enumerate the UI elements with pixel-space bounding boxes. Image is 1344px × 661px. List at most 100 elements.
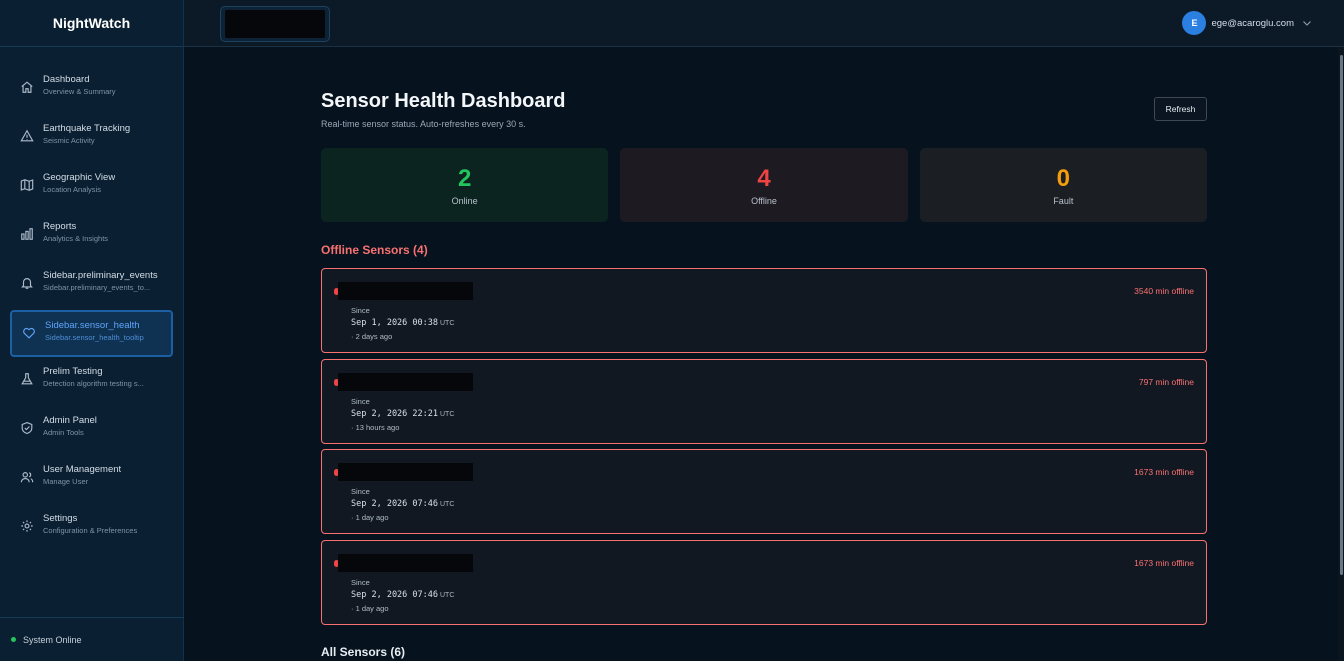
offline-duration: 1673 min offline — [1134, 557, 1194, 568]
stat-value: 2 — [457, 164, 472, 192]
sidebar-item-title: User Management — [43, 464, 122, 475]
map-icon — [20, 178, 34, 192]
sidebar-item-title: Sidebar.preliminary_events — [43, 270, 158, 281]
scrollbar-thumb[interactable] — [1340, 55, 1343, 575]
sidebar-item-sensor-health[interactable]: Sidebar.sensor_health Sidebar.sensor_hea… — [10, 310, 173, 357]
system-status: System Online — [0, 617, 184, 661]
chevron-down-icon[interactable] — [1302, 18, 1312, 28]
sidebar-item-title: Sidebar.sensor_health — [45, 320, 140, 331]
stat-card-fault: 0 Fault — [919, 148, 1207, 222]
since-label: Since — [351, 487, 370, 496]
sidebar-item-subtitle: Configuration & Preferences — [43, 526, 138, 535]
offline-sensor-card[interactable]: Since Sep 2, 2026 07:46 UTC · 1 day ago 1… — [321, 539, 1207, 625]
relative-time: · 13 hours ago — [351, 422, 400, 432]
offline-sensor-list: Since Sep 1, 2026 00:38 UTC · 2 days ago … — [321, 268, 1207, 630]
top-bar: E ege@acaroglu.com — [184, 0, 1344, 47]
since-date-value: Sep 2, 2026 22:21 — [351, 408, 438, 419]
sidebar-item-subtitle: Analytics & Insights — [43, 234, 109, 243]
stat-value: 4 — [757, 164, 771, 192]
since-label: Since — [351, 577, 370, 587]
sidebar-item-title: Dashboard — [43, 74, 90, 85]
sidebar-item-settings[interactable]: Settings Configuration & Preferences — [0, 504, 183, 553]
sidebar-item-title: Earthquake Tracking — [43, 123, 131, 134]
offline-duration: 3540 min offline — [1134, 286, 1194, 296]
stat-value: 0 — [1056, 164, 1070, 192]
bell-icon — [20, 276, 34, 290]
page-subtitle: Real-time sensor status. Auto-refreshes … — [321, 119, 526, 129]
since-date-value: Sep 2, 2026 07:46 — [351, 499, 438, 509]
flask-icon — [20, 372, 34, 386]
relative-time: · 1 day ago — [351, 603, 389, 613]
heart-icon — [22, 326, 36, 340]
sidebar-item-title: Admin Panel — [43, 415, 97, 426]
redacted-sensor-name — [338, 553, 473, 572]
since-date: Sep 1, 2026 00:38 UTC — [351, 318, 454, 328]
relative-time: · 1 day ago — [351, 513, 389, 522]
sidebar-item-subtitle: Detection algorithm testing s... — [43, 379, 144, 388]
sidebar-item-reports[interactable]: Reports Analytics & Insights — [0, 212, 183, 261]
since-date: Sep 2, 2026 07:46 UTC — [351, 499, 454, 509]
stat-card-online: 2 Online — [321, 148, 609, 222]
sidebar-item-user-management[interactable]: User Management Manage User — [0, 455, 183, 504]
stat-label: Online — [451, 195, 478, 206]
sidebar-item-title: Reports — [43, 221, 77, 232]
shield-check-icon — [20, 421, 34, 435]
users-icon — [20, 470, 34, 484]
offline-sensor-card[interactable]: Since Sep 2, 2026 07:46 UTC · 1 day ago 1… — [321, 449, 1207, 534]
timezone-label: UTC — [440, 320, 455, 327]
sidebar-item-earthquake-tracking[interactable]: Earthquake Tracking Seismic Activity — [0, 114, 183, 163]
sidebar-item-title: Geographic View — [43, 172, 116, 183]
offline-duration: 1673 min offline — [1134, 467, 1194, 477]
since-date-value: Sep 1, 2026 00:38 — [351, 318, 438, 328]
since-label: Since — [351, 306, 370, 315]
stat-label: Offline — [751, 195, 777, 206]
stat-label: Fault — [1053, 195, 1074, 206]
sidebar-item-preliminary-events[interactable]: Sidebar.preliminary_events Sidebar.preli… — [0, 261, 183, 310]
bar-chart-icon — [20, 227, 34, 241]
sidebar-item-subtitle: Overview & Summary — [43, 87, 116, 96]
timezone-label: UTC — [440, 410, 455, 418]
timezone-label: UTC — [440, 501, 455, 508]
sidebar-nav: Dashboard Overview & Summary Earthquake … — [0, 47, 183, 553]
sidebar-item-title: Settings — [43, 513, 78, 524]
redacted-sensor-name — [338, 282, 473, 300]
home-icon — [20, 80, 34, 94]
sidebar-item-subtitle: Sidebar.preliminary_events_to... — [43, 283, 151, 292]
stat-card-offline: 4 Offline — [620, 148, 908, 222]
brand-logo[interactable]: NightWatch — [0, 0, 183, 47]
since-date: Sep 2, 2026 22:21 UTC — [351, 409, 454, 419]
system-status-label: System Online — [23, 634, 82, 645]
page-title: Sensor Health Dashboard — [321, 90, 566, 112]
stats-row: 2 Online 4 Offline 0 Fault — [321, 148, 1207, 222]
sidebar-item-subtitle: Manage User — [43, 477, 89, 486]
sidebar-item-subtitle: Location Analysis — [43, 185, 101, 194]
sidebar-item-subtitle: Seismic Activity — [43, 136, 95, 145]
sidebar-item-prelim-testing[interactable]: Prelim Testing Detection algorithm testi… — [0, 357, 183, 406]
sidebar-item-admin-panel[interactable]: Admin Panel Admin Tools — [0, 406, 183, 455]
sidebar: NightWatch Dashboard Overview & Summary … — [0, 0, 184, 661]
since-date-value: Sep 2, 2026 07:46 — [351, 589, 438, 600]
redacted-sensor-name — [338, 372, 473, 391]
redacted-block — [225, 10, 325, 38]
gear-icon — [20, 519, 34, 533]
offline-sensor-card[interactable]: Since Sep 2, 2026 22:21 UTC · 13 hours ag… — [321, 358, 1207, 444]
scrollbar[interactable] — [1338, 47, 1344, 661]
refresh-button[interactable]: Refresh — [1154, 97, 1207, 121]
since-date: Sep 2, 2026 07:46 UTC — [351, 590, 454, 600]
user-menu[interactable]: E ege@acaroglu.com — [1182, 11, 1312, 35]
timezone-label: UTC — [440, 591, 455, 599]
redacted-sensor-name — [338, 463, 473, 481]
offline-duration: 797 min offline — [1138, 376, 1194, 387]
user-email: ege@acaroglu.com — [1211, 17, 1294, 29]
all-sensors-heading: All Sensors (6) — [321, 645, 406, 659]
sidebar-item-geographic-view[interactable]: Geographic View Location Analysis — [0, 163, 183, 212]
offline-sensor-card[interactable]: Since Sep 1, 2026 00:38 UTC · 2 days ago … — [321, 268, 1207, 353]
status-dot-icon — [11, 637, 16, 642]
avatar[interactable]: E — [1182, 11, 1207, 35]
warning-triangle-icon — [20, 129, 34, 143]
redacted-header-field[interactable] — [220, 6, 330, 42]
relative-time: · 2 days ago — [351, 332, 393, 341]
sidebar-item-dashboard[interactable]: Dashboard Overview & Summary — [0, 65, 183, 114]
since-label: Since — [351, 396, 370, 406]
sidebar-item-subtitle: Admin Tools — [43, 428, 84, 437]
